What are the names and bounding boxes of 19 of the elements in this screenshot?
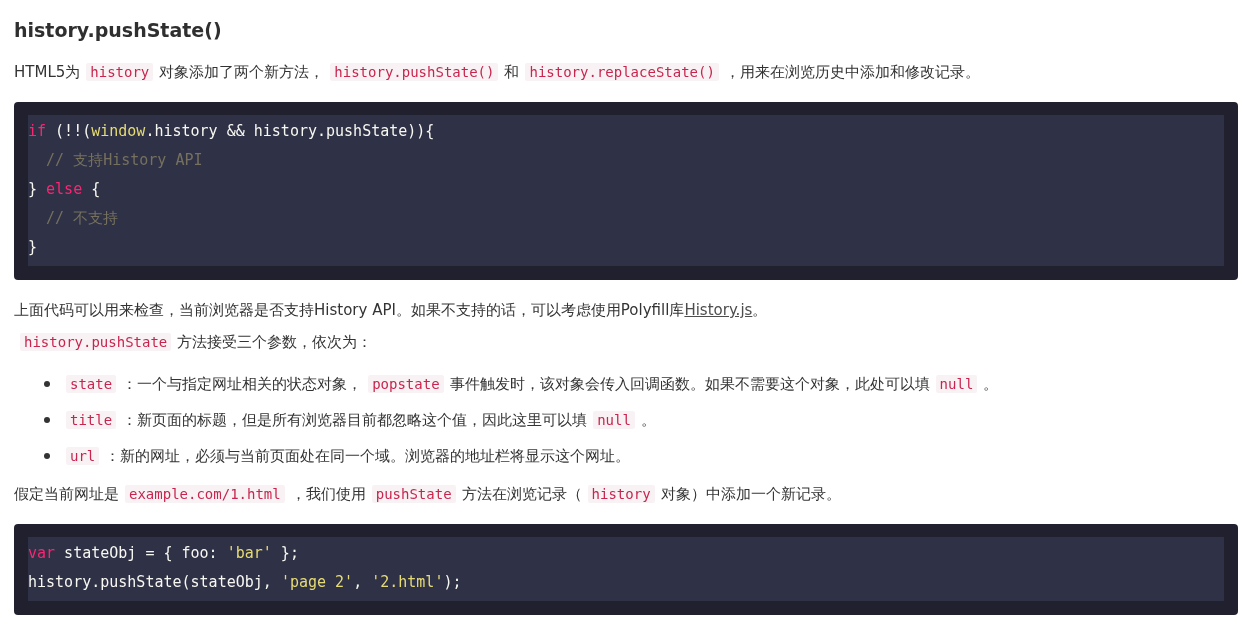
- code-line: history.pushState(stateObj, 'page 2', '2.html');: [28, 572, 462, 593]
- list-item-text: title ：新页面的标题，但是所有浏览器目前都忽略这个值，因此这里可以填 null 。: [66, 408, 656, 432]
- section-heading: history.pushState(): [14, 18, 223, 43]
- code-line: // 支持History API: [45, 150, 203, 171]
- code-line: if (!!(window.history && history.pushState)){: [28, 121, 435, 142]
- paragraph: HTML5为 history 对象添加了两个新方法， history.pushState() 和 history.replaceState() ，用来在浏览历史中添加和修改记录。: [14, 62, 981, 83]
- code-line: // 不支持: [45, 208, 119, 229]
- list-item-text: state ：一个与指定网址相关的状态对象， popstate 事件触发时，该对象会传入回调函数。如果不需要这个对象，此处可以填 null 。: [66, 372, 999, 396]
- code-line: }: [28, 237, 38, 258]
- bullet-icon: [44, 417, 50, 423]
- code-line: var stateObj = { foo: 'bar' };: [28, 543, 299, 564]
- bullet-icon: [44, 453, 50, 459]
- bullet-icon: [44, 381, 50, 387]
- paragraph: history.pushState 方法接受三个参数，依次为：: [14, 330, 1238, 354]
- code-line: } else {: [28, 179, 101, 200]
- paragraph: 上面代码可以用来检查，当前浏览器是否支持History API。如果不支持的话，可以考虑使用Polyfill库History.js。: [14, 300, 769, 321]
- paragraph: 假定当前网址是 example.com/1.html ，我们使用 pushState 方法在浏览记录（ history 对象）中添加一个新记录。: [14, 484, 842, 505]
- list-item-text: url ：新的网址，必须与当前页面处在同一个域。浏览器的地址栏将显示这个网址。: [66, 444, 631, 468]
- link[interactable]: History.js: [684, 301, 753, 319]
